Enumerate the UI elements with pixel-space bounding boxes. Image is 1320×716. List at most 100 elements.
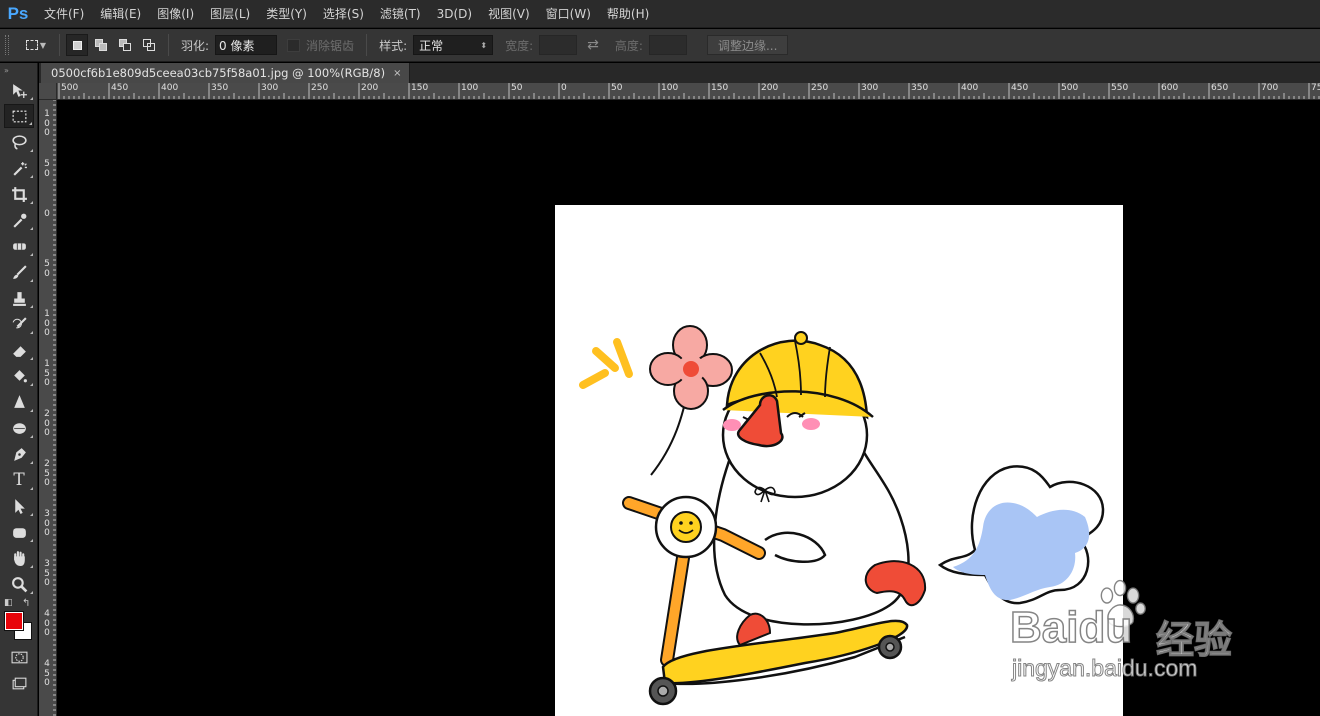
menu-filter[interactable]: 滤镜(T) [372,0,429,28]
ruler-label: 650 [1211,83,1229,93]
width-input[interactable] [539,35,578,55]
subtract-selection-icon [118,39,132,51]
menu-select[interactable]: 选择(S) [315,0,372,28]
rounded-rectangle-icon [12,527,26,538]
eraser-icon [12,345,26,357]
screen-mode-button[interactable] [4,671,34,695]
swap-width-height-icon[interactable]: ⇄ [587,37,599,53]
rectangular-marquee-icon [12,110,26,122]
menu-type[interactable]: 类型(Y) [258,0,315,28]
history-brush-tool[interactable] [4,312,34,336]
eyedropper-icon [12,213,26,228]
dodge-icon [12,422,26,434]
height-input[interactable] [648,35,687,55]
expand-panel-icon[interactable]: » [4,66,9,75]
ruler-label: 700 [1261,83,1279,93]
horizontal-ruler[interactable]: 500 450 400 350 300 250 200 150 100 50 0 50 100 150 20… [57,83,1320,100]
ruler-label: 450 [1011,83,1029,93]
ruler-label: 250 [311,83,329,93]
foreground-color-swatch[interactable] [4,611,24,631]
ruler-label: 50 [511,83,523,93]
menu-file[interactable]: 文件(F) [36,0,92,28]
ruler-label: 750 [1311,83,1320,93]
refine-edge-button[interactable]: 调整边缘... [706,35,789,55]
ruler-label: 400 [961,83,979,93]
subtract-from-selection-button[interactable] [114,34,136,56]
lasso-tool[interactable] [4,130,34,154]
ruler-label: 300 [861,83,879,93]
default-colors-icon[interactable]: ◧ [4,598,13,608]
magnifier-icon [11,576,27,592]
close-icon[interactable]: × [393,68,401,79]
eyedropper-tool[interactable] [4,208,34,232]
marquee-tool[interactable] [4,104,34,128]
options-bar: ▼ 羽化: 消除锯齿 样式: 正常 ⬍ 宽度: ⇄ 高度: 调整边缘... [0,29,1320,62]
document-tab-title: 0500cf6b1e809d5ceea03cb75f58a01.jpg @ 10… [51,66,386,80]
spot-healing-tool[interactable] [4,234,34,258]
bandage-icon [12,242,26,250]
move-tool[interactable] [4,78,34,102]
path-selection-tool[interactable] [4,494,34,518]
ruler-label: 2 5 0 [44,459,50,488]
dodge-tool[interactable] [4,416,34,440]
ruler-label: 100 [661,83,679,93]
quick-mask-button[interactable] [4,645,34,669]
style-select-value: 正常 [419,38,444,53]
tool-preset-picker[interactable]: ▼ [19,33,53,57]
ruler-label: 450 [111,83,129,93]
pen-icon [13,447,26,461]
ruler-origin[interactable] [39,83,57,100]
add-selection-icon [94,39,108,51]
hand-tool[interactable] [4,546,34,570]
ruler-label: 500 [1061,83,1079,93]
tools-panel-grip[interactable]: » [0,63,37,77]
ruler-label: 300 [261,83,279,93]
brush-icon [12,264,27,279]
options-bar-grip[interactable] [5,35,9,55]
ruler-label: 3 5 0 [44,559,50,588]
eraser-tool[interactable] [4,338,34,362]
lasso-icon [11,134,27,150]
menu-view[interactable]: 视图(V) [480,0,538,28]
blur-tool[interactable] [4,390,34,414]
hand-icon [13,550,25,566]
menu-3d[interactable]: 3D(D) [429,0,480,28]
feather-input[interactable] [215,35,278,55]
horizontal-ruler-ticks [58,83,1320,99]
vertical-ruler[interactable]: 1 0 0 5 0 0 5 0 1 0 0 1 5 0 2 0 0 2 5 0 3 0 0 3 5… [39,100,57,716]
crop-tool[interactable] [4,182,34,206]
intersect-selection-button[interactable] [138,34,160,56]
blur-drop-icon [13,394,25,408]
divider [366,34,368,56]
ruler-label: 5 0 [44,159,50,179]
ruler-label: 150 [711,83,729,93]
menu-edit[interactable]: 编辑(E) [92,0,149,28]
document-tab[interactable]: 0500cf6b1e809d5ceea03cb75f58a01.jpg @ 10… [41,63,411,83]
magic-wand-tool[interactable] [4,156,34,180]
menu-window[interactable]: 窗口(W) [538,0,599,28]
paint-bucket-icon [13,369,27,382]
history-brush-icon [12,316,27,328]
antialias-label: 消除锯齿 [306,38,355,53]
ruler-label: 600 [1161,83,1179,93]
brush-tool[interactable] [4,260,34,284]
style-select[interactable]: 正常 ⬍ [413,35,494,55]
clone-stamp-tool[interactable] [4,286,34,310]
zoom-tool[interactable] [4,572,34,596]
ruler-label: 200 [361,83,379,93]
type-tool[interactable]: T [4,468,34,492]
menu-image[interactable]: 图像(I) [149,0,202,28]
ruler-label: 400 [161,83,179,93]
baidu-watermark: Baidu 经验 jingyan.baidu.com [1009,575,1260,690]
pen-tool[interactable] [4,442,34,466]
antialias-checkbox[interactable] [287,38,301,52]
add-to-selection-button[interactable] [90,34,112,56]
shape-tool[interactable] [4,520,34,544]
ruler-label: 5 0 [44,259,50,279]
menu-layer[interactable]: 图层(L) [202,0,258,28]
menu-help[interactable]: 帮助(H) [599,0,657,28]
swap-colors-icon[interactable]: ↰ [22,598,30,609]
ruler-label: 550 [1111,83,1129,93]
paint-bucket-tool[interactable] [4,364,34,388]
new-selection-button[interactable] [66,34,88,56]
